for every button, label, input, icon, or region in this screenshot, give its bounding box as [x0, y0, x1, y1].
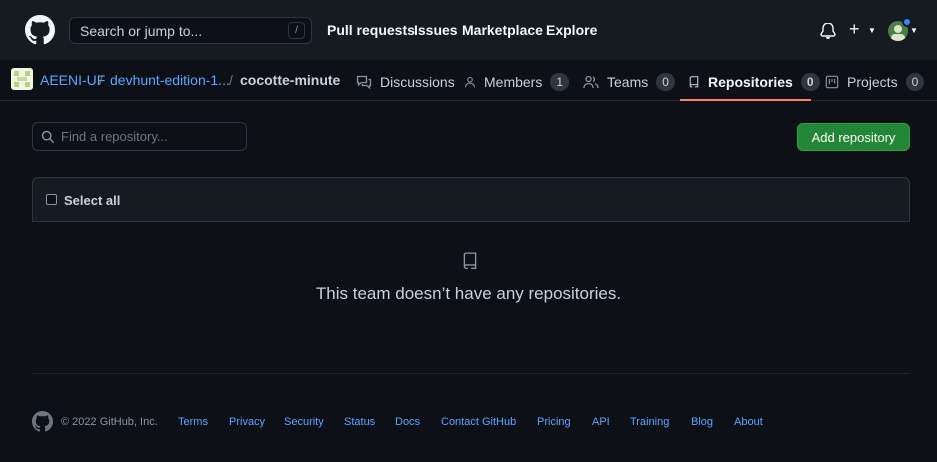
tab-projects[interactable]: Projects 0: [825, 62, 925, 101]
search-icon: [41, 130, 55, 144]
person-icon: [464, 74, 476, 90]
comment-discussion-icon: [356, 74, 372, 90]
chevron-down-icon[interactable]: ▼: [910, 26, 918, 35]
nav-marketplace[interactable]: Marketplace: [462, 22, 543, 38]
project-icon: [825, 74, 839, 90]
footer-link-api[interactable]: API: [592, 416, 610, 428]
tab-label: Discussions: [380, 73, 455, 90]
footer-link-pricing[interactable]: Pricing: [537, 416, 571, 428]
org-avatar[interactable]: [11, 68, 33, 90]
breadcrumb-separator: /: [229, 72, 233, 88]
nav-issues[interactable]: Issues: [414, 22, 458, 38]
nav-pull-requests[interactable]: Pull requests: [327, 22, 415, 38]
select-all-checkbox[interactable]: [46, 194, 57, 205]
footer-link-privacy[interactable]: Privacy: [229, 416, 265, 428]
search-placeholder: Search or jump to...: [80, 23, 203, 39]
repo-icon: [463, 252, 477, 269]
tab-discussions[interactable]: Discussions: [356, 62, 455, 101]
tab-label: Repositories: [708, 73, 793, 90]
repositories-count-badge: 0: [800, 72, 820, 91]
footer-link-blog[interactable]: Blog: [691, 416, 713, 428]
breadcrumb-org[interactable]: AEENI-UF: [40, 72, 105, 88]
footer-link-docs[interactable]: Docs: [395, 416, 420, 428]
teams-count-badge: 0: [656, 72, 675, 91]
breadcrumb-parent-team[interactable]: devhunt-edition-1...: [110, 72, 230, 88]
tab-members[interactable]: Members 1: [464, 62, 570, 101]
footer-link-terms[interactable]: Terms: [178, 416, 208, 428]
active-tab-indicator: [680, 99, 811, 101]
breadcrumb-current-team: cocotte-minute: [240, 72, 341, 88]
select-all-label[interactable]: Select all: [64, 193, 120, 208]
nav-explore[interactable]: Explore: [546, 22, 597, 38]
footer-link-contact[interactable]: Contact GitHub: [441, 416, 516, 428]
people-icon: [583, 74, 599, 90]
search-shortcut-key: /: [288, 22, 305, 39]
tab-label: Teams: [607, 73, 649, 90]
projects-count-badge: 0: [905, 72, 925, 91]
repository-list-header: Select all: [32, 177, 910, 222]
breadcrumb-separator: /: [99, 72, 103, 88]
global-search-input[interactable]: Search or jump to... /: [69, 17, 312, 44]
tab-label: Members: [484, 73, 543, 90]
bell-icon[interactable]: [820, 23, 836, 39]
members-count-badge: 1: [550, 72, 570, 91]
footer-link-security[interactable]: Security: [284, 416, 324, 428]
footer-copyright: © 2022 GitHub, Inc.: [61, 416, 158, 428]
footer-link-training[interactable]: Training: [630, 416, 669, 428]
tab-repositories[interactable]: Repositories 0: [688, 62, 820, 101]
empty-state-message: This team doesn’t have any repositories.: [315, 284, 622, 303]
create-new-icon[interactable]: +: [849, 19, 860, 40]
footer-link-about[interactable]: About: [734, 416, 763, 428]
github-mark-icon[interactable]: [32, 411, 53, 432]
chevron-down-icon[interactable]: ▼: [868, 26, 876, 35]
footer-link-status[interactable]: Status: [344, 416, 375, 428]
find-repository-field[interactable]: [32, 122, 247, 151]
repo-icon: [688, 74, 700, 90]
find-repository-input[interactable]: [61, 123, 241, 150]
tab-label: Projects: [847, 73, 898, 90]
tab-teams[interactable]: Teams 0: [583, 62, 675, 101]
github-logo-icon[interactable]: [25, 15, 55, 45]
global-header: Search or jump to... / Pull requests Iss…: [0, 0, 937, 60]
footer-divider: [32, 373, 910, 374]
add-repository-button[interactable]: Add repository: [797, 123, 910, 151]
